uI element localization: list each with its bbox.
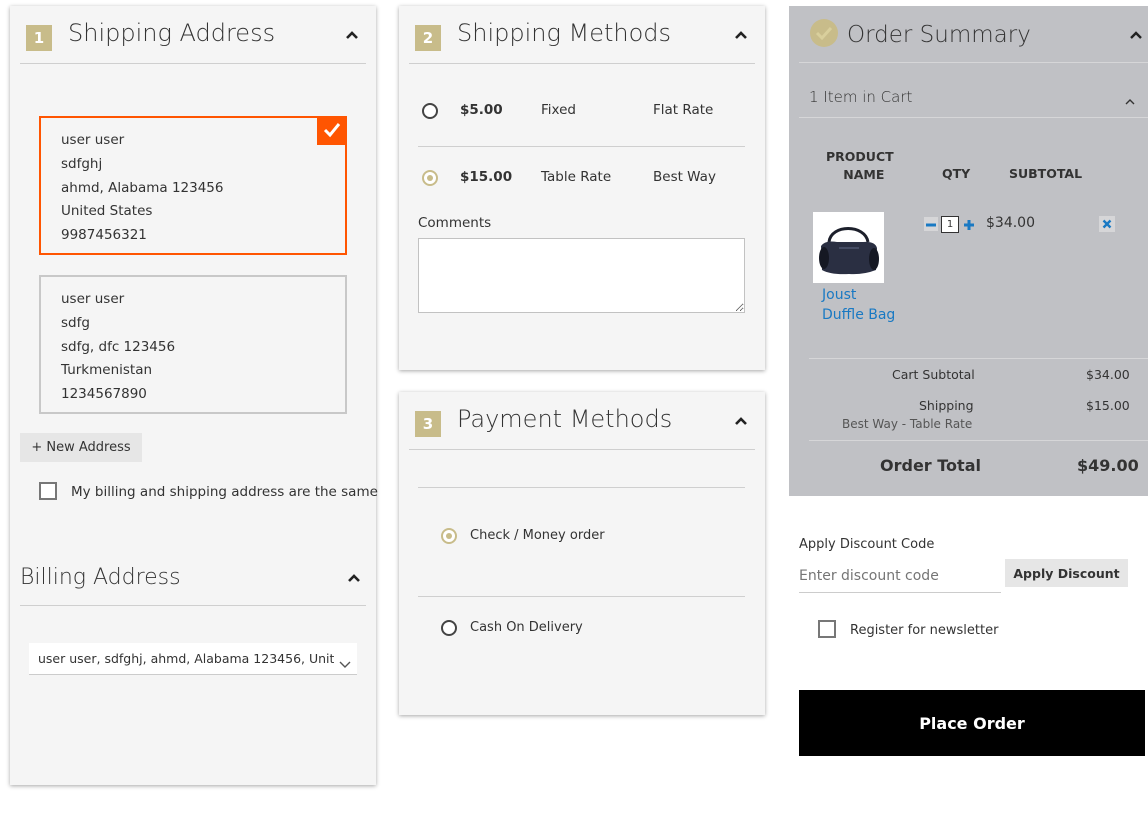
qty-input[interactable]: 1 bbox=[941, 216, 959, 233]
remove-item-icon[interactable] bbox=[1099, 216, 1115, 232]
apply-discount-button[interactable]: Apply Discount bbox=[1005, 559, 1128, 587]
shipping-methods-header[interactable]: 2 Shipping Methods bbox=[409, 6, 755, 64]
new-address-button[interactable]: + New Address bbox=[20, 433, 142, 462]
col-subtotal: SUBTOTAL bbox=[1009, 166, 1083, 181]
shipping-radio[interactable] bbox=[422, 170, 438, 186]
step-badge: 2 bbox=[415, 25, 441, 51]
address-city: ahmd, Alabama 123456 bbox=[61, 179, 224, 196]
billing-address-value: user user, sdfghj, ahmd, Alabama 123456,… bbox=[38, 651, 334, 666]
shipping-label: Shipping bbox=[919, 398, 974, 413]
shipping-address-header[interactable]: 1 Shipping Address bbox=[20, 6, 366, 64]
check-circle-icon bbox=[809, 18, 839, 52]
chevron-up-icon[interactable] bbox=[346, 570, 362, 586]
divider bbox=[418, 596, 745, 597]
comments-field[interactable] bbox=[418, 238, 745, 313]
step-badge: 3 bbox=[415, 411, 441, 437]
cart-subtotal-label: Cart Subtotal bbox=[892, 367, 975, 382]
payment-radio[interactable] bbox=[441, 620, 457, 636]
address-card-selected[interactable]: user user sdfghj ahmd, Alabama 123456 Un… bbox=[39, 116, 347, 255]
shipping-option-row[interactable]: $5.00 Fixed Flat Rate bbox=[399, 86, 765, 136]
discount-label: Apply Discount Code bbox=[799, 537, 935, 552]
billing-address-header[interactable]: Billing Address bbox=[20, 556, 366, 606]
product-image[interactable] bbox=[813, 212, 884, 283]
address-phone: 1234567890 bbox=[61, 386, 147, 403]
payment-label: Check / Money order bbox=[470, 528, 605, 543]
cart-subtotal-value: $34.00 bbox=[1086, 367, 1130, 382]
shipping-methods-title: Shipping Methods bbox=[457, 19, 672, 47]
shipping-option-row[interactable]: $15.00 Table Rate Best Way bbox=[399, 153, 765, 203]
chevron-down-icon bbox=[339, 654, 351, 673]
comments-label: Comments bbox=[418, 215, 492, 231]
address-name: user user bbox=[61, 291, 125, 307]
shipping-price: $5.00 bbox=[460, 102, 503, 118]
order-total-label: Order Total bbox=[880, 456, 981, 475]
discount-code-input[interactable] bbox=[799, 560, 1001, 593]
same-address-checkbox[interactable] bbox=[39, 482, 57, 500]
payment-radio[interactable] bbox=[441, 528, 457, 544]
shipping-value: $15.00 bbox=[1086, 398, 1130, 413]
payment-option-row[interactable]: Check / Money order bbox=[399, 517, 765, 557]
payment-option-row[interactable]: Cash On Delivery bbox=[399, 608, 765, 648]
shipping-address-title: Shipping Address bbox=[68, 19, 276, 47]
product-name-link[interactable]: Joust Duffle Bag bbox=[822, 285, 895, 325]
shipping-methods-panel: 2 Shipping Methods $5.00 Fixed Flat Rate… bbox=[399, 6, 765, 370]
order-summary-panel: Order Summary 1 Item in Cart PRODUCT NAME… bbox=[789, 6, 1148, 496]
item-subtotal: $34.00 bbox=[986, 215, 1035, 231]
chevron-up-icon[interactable] bbox=[1129, 27, 1143, 46]
order-summary-title: Order Summary bbox=[847, 22, 1031, 48]
divider bbox=[799, 117, 1148, 118]
address-phone: 9987456321 bbox=[61, 227, 147, 244]
shipping-method: Table Rate bbox=[541, 169, 612, 185]
address-country: United States bbox=[61, 203, 153, 220]
address-name: user user bbox=[61, 132, 125, 148]
divider bbox=[799, 62, 1148, 63]
divider bbox=[809, 358, 1148, 359]
items-in-cart: 1 Item in Cart bbox=[809, 88, 913, 106]
shipping-address-panel: 1 Shipping Address user user sdfghj ahmd… bbox=[10, 6, 378, 785]
payment-methods-title: Payment Methods bbox=[457, 405, 673, 433]
newsletter-label: Register for newsletter bbox=[850, 623, 999, 638]
address-street: sdfghj bbox=[61, 155, 103, 172]
address-country: Turkmenistan bbox=[61, 362, 153, 379]
divider bbox=[418, 487, 745, 488]
order-total-value: $49.00 bbox=[1077, 456, 1139, 475]
payment-label: Cash On Delivery bbox=[470, 620, 583, 635]
place-order-button[interactable]: Place Order bbox=[799, 690, 1145, 756]
address-city: sdfg, dfc 123456 bbox=[61, 338, 176, 355]
shipping-radio[interactable] bbox=[422, 103, 438, 119]
col-product-name: PRODUCT NAME bbox=[826, 149, 894, 182]
address-card[interactable]: user user sdfg sdfg, dfc 123456 Turkmeni… bbox=[39, 275, 347, 414]
step-badge: 1 bbox=[26, 25, 52, 51]
chevron-up-icon[interactable] bbox=[344, 27, 360, 43]
shipping-detail: Best Way - Table Rate bbox=[842, 417, 973, 431]
newsletter-checkbox[interactable] bbox=[818, 620, 836, 638]
qty-decrease-button[interactable] bbox=[924, 217, 938, 231]
shipping-price: $15.00 bbox=[460, 169, 513, 185]
shipping-carrier: Best Way bbox=[653, 169, 716, 185]
check-icon bbox=[317, 116, 347, 145]
chevron-up-icon[interactable] bbox=[733, 413, 749, 429]
cart-items-toggle[interactable]: 1 Item in Cart bbox=[789, 72, 1148, 112]
shipping-carrier: Flat Rate bbox=[653, 102, 714, 118]
same-address-label: My billing and shipping address are the … bbox=[71, 484, 378, 500]
payment-methods-panel: 3 Payment Methods Check / Money order Ca… bbox=[399, 392, 765, 715]
chevron-up-icon[interactable] bbox=[733, 27, 749, 43]
col-qty: QTY bbox=[942, 166, 971, 181]
payment-methods-header[interactable]: 3 Payment Methods bbox=[409, 392, 755, 450]
shipping-method: Fixed bbox=[541, 102, 576, 118]
billing-address-title: Billing Address bbox=[20, 565, 181, 590]
qty-increase-button[interactable] bbox=[962, 217, 976, 231]
divider bbox=[418, 146, 745, 147]
billing-address-select[interactable]: user user, sdfghj, ahmd, Alabama 123456,… bbox=[29, 643, 357, 675]
divider bbox=[809, 440, 1148, 441]
address-street: sdfg bbox=[61, 314, 90, 331]
chevron-up-icon bbox=[1124, 92, 1136, 111]
